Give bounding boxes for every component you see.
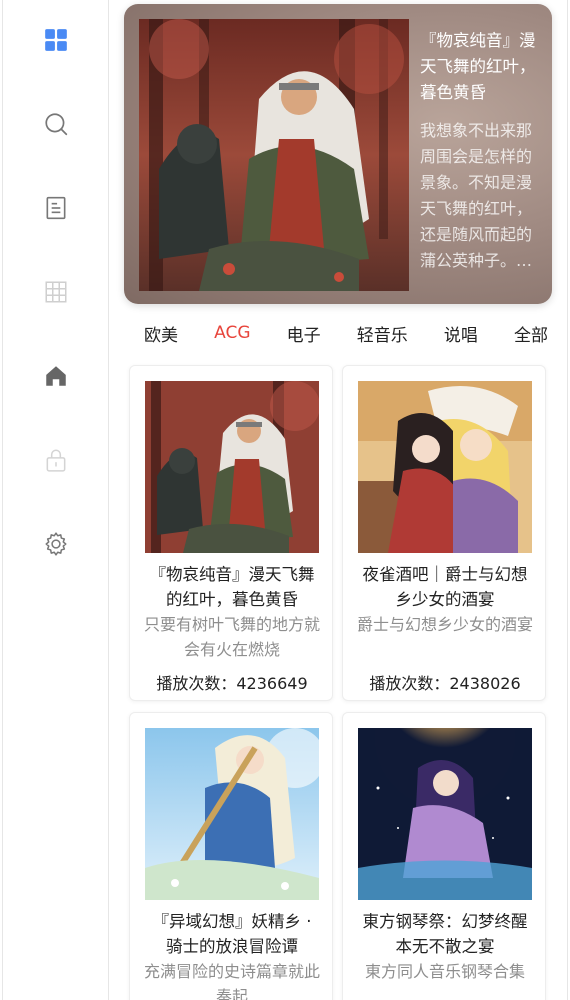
gear-icon: [45, 532, 67, 556]
tab-western[interactable]: 欧美: [144, 321, 178, 346]
playlist-card[interactable]: 夜雀酒吧｜爵士与幻想乡少女的酒宴 爵士与幻想乡少女的酒宴 播放次数：243802…: [342, 365, 546, 701]
sidebar-item-document[interactable]: [3, 178, 109, 238]
sidebar: [3, 0, 109, 1000]
tab-acg[interactable]: ACG: [214, 323, 250, 343]
play-count-value: 2438026: [449, 674, 521, 693]
play-count-label: 播放次数：: [156, 674, 237, 693]
playlist-description: 只要有树叶飞舞的地方就会有火在燃烧: [143, 615, 320, 659]
play-count: 播放次数：4236649: [138, 670, 326, 694]
table-icon: [45, 281, 67, 303]
featured-description: 我想象不出来那周围会是怎样的景象。不知是漫天飞舞的红叶，还是随风而起的蒲公英种子…: [420, 121, 533, 270]
grid-icon: [45, 29, 67, 51]
sidebar-item-home[interactable]: [3, 346, 109, 406]
document-icon: [46, 196, 66, 220]
featured-cover-image[interactable]: [139, 19, 409, 291]
search-icon: [45, 113, 68, 136]
sidebar-item-search[interactable]: [3, 94, 109, 154]
play-count-value: 4236649: [236, 674, 308, 693]
playlist-description: 爵士与幻想乡少女的酒宴: [356, 615, 533, 634]
playlist-title[interactable]: 『物哀纯音』漫天飞舞的红叶，暮色黄昏: [142, 562, 322, 612]
playlist-title[interactable]: 『异域幻想』妖精乡 · 骑士的放浪冒险谭: [142, 909, 322, 959]
playlist-card[interactable]: 『异域幻想』妖精乡 · 骑士的放浪冒险谭 充满冒险的史诗篇章就此奏起: [129, 712, 333, 1000]
home-icon: [46, 366, 66, 386]
tab-electronic[interactable]: 电子: [287, 321, 321, 346]
featured-title[interactable]: 『物哀纯音』漫天飞舞的红叶，暮色黄昏: [420, 28, 538, 106]
tab-light-music[interactable]: 轻音乐: [357, 321, 408, 346]
playlist-description: 充满冒险的史诗篇章就此奏起: [143, 962, 320, 1000]
playlist-cover-image[interactable]: [358, 381, 532, 553]
playlist-card[interactable]: 『物哀纯音』漫天飞舞的红叶，暮色黄昏 只要有树叶飞舞的地方就会有火在燃烧 播放次…: [129, 365, 333, 701]
playlist-card[interactable]: 東方钢琴祭：幻梦终醒 本无不散之宴 東方同人音乐钢琴合集: [342, 712, 546, 1000]
playlist-cover-image[interactable]: [145, 728, 319, 900]
play-count-label: 播放次数：: [369, 674, 450, 693]
lock-icon: [46, 449, 66, 472]
sidebar-item-lock[interactable]: [3, 430, 109, 490]
sidebar-item-grid[interactable]: [3, 10, 109, 70]
playlist-description: 東方同人音乐钢琴合集: [364, 962, 525, 981]
play-count: 播放次数：2438026: [351, 670, 539, 694]
featured-playlist[interactable]: 『物哀纯音』漫天飞舞的红叶，暮色黄昏 我想象不出来那周围会是怎样的景象。不知是漫…: [124, 4, 552, 304]
sidebar-item-table[interactable]: [3, 262, 109, 322]
playlist-title[interactable]: 夜雀酒吧｜爵士与幻想乡少女的酒宴: [355, 562, 535, 612]
main-content: 『物哀纯音』漫天飞舞的红叶，暮色黄昏 我想象不出来那周围会是怎样的景象。不知是漫…: [110, 0, 568, 1000]
featured-text: 『物哀纯音』漫天飞舞的红叶，暮色黄昏 我想象不出来那周围会是怎样的景象。不知是漫…: [420, 28, 538, 300]
playlist-title[interactable]: 東方钢琴祭：幻梦终醒 本无不散之宴: [355, 909, 535, 959]
tab-rap[interactable]: 说唱: [444, 321, 478, 346]
category-tabs: 欧美 ACG 电子 轻音乐 说唱 全部: [124, 316, 554, 350]
playlist-cover-image[interactable]: [358, 728, 532, 900]
playlist-cover-image[interactable]: [145, 381, 319, 553]
sidebar-item-settings[interactable]: [3, 514, 109, 574]
tab-all[interactable]: 全部: [514, 321, 548, 346]
